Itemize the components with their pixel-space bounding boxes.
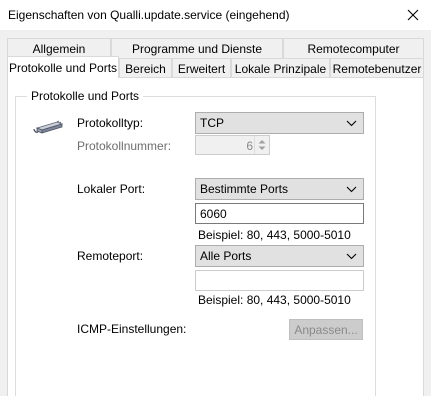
tab-protokolle-und-ports[interactable]: Protokolle und Ports <box>7 56 119 78</box>
title-bar: Eigenschaften von Qualli.update.service … <box>0 0 431 30</box>
customize-button[interactable]: Anpassen... <box>289 319 363 340</box>
remote-port-select-value: Alle Ports <box>200 249 252 263</box>
remote-port-input[interactable] <box>195 270 364 291</box>
customize-button-label: Anpassen... <box>294 322 358 337</box>
local-port-select[interactable]: Bestimmte Ports <box>195 178 364 200</box>
protocol-type-label: Protokolltyp: <box>77 116 144 130</box>
local-port-example: Beispiel: 80, 443, 5000-5010 <box>198 228 351 242</box>
group-title: Protokolle und Ports <box>27 89 144 103</box>
remote-port-select[interactable]: Alle Ports <box>195 245 364 267</box>
tab-label: Bereich <box>125 61 166 76</box>
chevron-down-icon <box>346 120 357 127</box>
tab-erweitert[interactable]: Erweitert <box>172 58 231 78</box>
tab-lokale-prinzipale[interactable]: Lokale Prinzipale <box>231 58 330 78</box>
tab-label: Allgemein <box>32 41 86 56</box>
tab-label: Programme und Dienste <box>131 41 263 56</box>
chevron-up-icon[interactable] <box>258 139 266 144</box>
close-button[interactable] <box>395 0 431 30</box>
window-title: Eigenschaften von Qualli.update.service … <box>8 8 290 22</box>
local-port-select-value: Bestimmte Ports <box>200 182 289 196</box>
tab-allgemein[interactable]: Allgemein <box>7 38 111 58</box>
network-cable-icon <box>33 120 64 134</box>
remote-port-label: Remoteport: <box>77 249 144 263</box>
icmp-settings-label: ICMP-Einstellungen: <box>77 322 187 336</box>
local-port-input-value: 6060 <box>200 206 227 221</box>
protocol-number-value: 6 <box>246 139 253 153</box>
tab-remotebenutzer[interactable]: Remotebenutzer <box>330 58 424 78</box>
tab-programme-und-dienste[interactable]: Programme und Dienste <box>111 38 283 58</box>
remote-port-example: Beispiel: 80, 443, 5000-5010 <box>198 293 351 307</box>
tab-bereich[interactable]: Bereich <box>119 58 172 78</box>
close-icon <box>407 9 419 21</box>
chevron-down-icon[interactable] <box>258 146 266 151</box>
tab-label: Protokolle und Ports <box>8 60 118 75</box>
protocol-number-stepper[interactable]: 6 <box>195 135 270 155</box>
tab-label: Remotecomputer <box>307 41 400 56</box>
local-port-label: Lokaler Port: <box>77 182 146 196</box>
chevron-down-icon <box>346 253 357 260</box>
protocol-type-value: TCP <box>200 116 224 130</box>
chevron-down-icon <box>346 186 357 193</box>
tab-label: Remotebenutzer <box>332 61 422 76</box>
protocol-number-label: Protokollnummer: <box>77 139 172 153</box>
tab-label: Lokale Prinzipale <box>234 61 327 76</box>
tab-remotecomputer[interactable]: Remotecomputer <box>283 38 424 58</box>
protocol-type-select[interactable]: TCP <box>195 112 364 134</box>
stepper-arrows[interactable] <box>254 136 269 154</box>
local-port-input[interactable]: 6060 <box>195 203 364 224</box>
tab-label: Erweitert <box>177 61 226 76</box>
